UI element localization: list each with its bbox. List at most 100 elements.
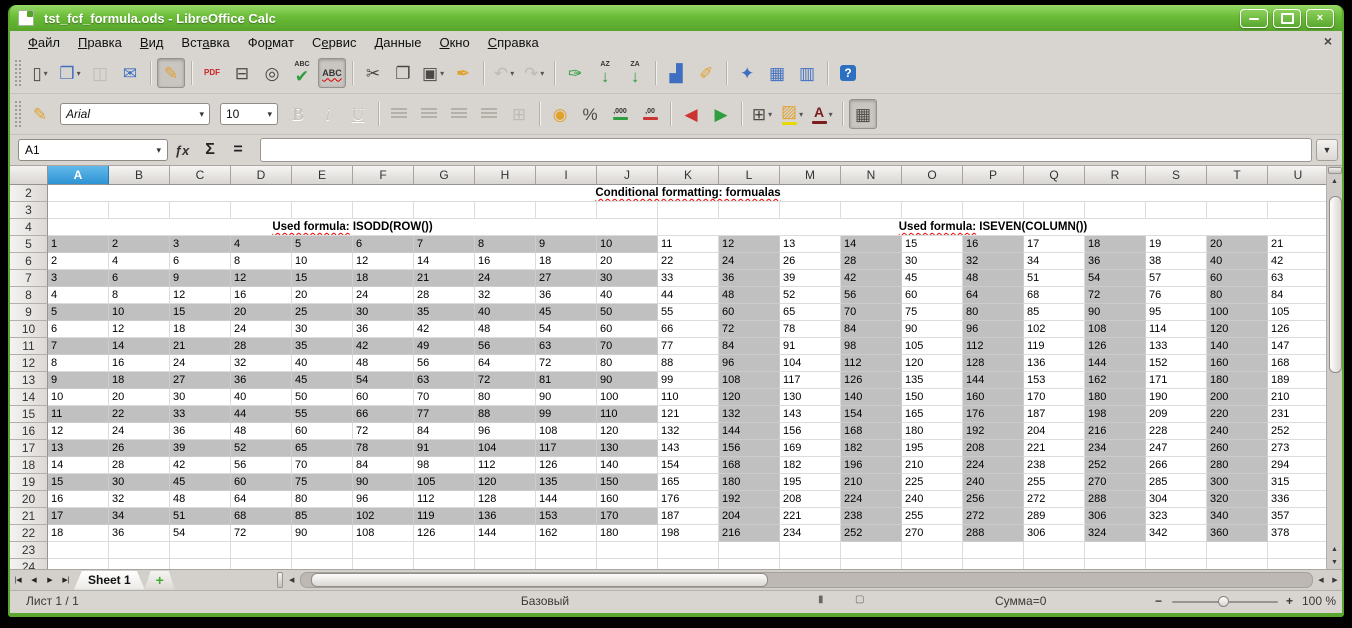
- cell[interactable]: 114: [1146, 321, 1207, 338]
- cell[interactable]: [1024, 542, 1085, 559]
- cell[interactable]: 121: [658, 406, 719, 423]
- cell[interactable]: 117: [536, 440, 597, 457]
- redo-button[interactable]: ↷▾: [520, 58, 548, 88]
- cell[interactable]: 3: [170, 236, 231, 253]
- cell[interactable]: 11: [48, 406, 109, 423]
- cell[interactable]: [719, 559, 780, 569]
- scroll-up-icon[interactable]: ▲: [1328, 175, 1342, 188]
- cell[interactable]: 75: [292, 474, 353, 491]
- cell[interactable]: 120: [902, 355, 963, 372]
- scroll-up-icon[interactable]: ▲: [1328, 543, 1342, 556]
- cell[interactable]: 133: [1146, 338, 1207, 355]
- cell[interactable]: 324: [1085, 525, 1146, 542]
- column-header-L[interactable]: L: [719, 166, 780, 185]
- cell[interactable]: 16: [48, 491, 109, 508]
- column-header-N[interactable]: N: [841, 166, 902, 185]
- cell[interactable]: [414, 202, 475, 219]
- borders-button[interactable]: ⊞▾: [748, 99, 776, 129]
- cell[interactable]: 180: [1085, 389, 1146, 406]
- cell[interactable]: 28: [414, 287, 475, 304]
- cell[interactable]: [475, 202, 536, 219]
- cell[interactable]: [658, 202, 719, 219]
- column-header-C[interactable]: C: [170, 166, 231, 185]
- cell[interactable]: 40: [597, 287, 658, 304]
- cell[interactable]: 24: [231, 321, 292, 338]
- cell[interactable]: 170: [597, 508, 658, 525]
- cell[interactable]: 48: [719, 287, 780, 304]
- row-header-12[interactable]: 12: [10, 355, 48, 372]
- cell[interactable]: [414, 542, 475, 559]
- cell[interactable]: 238: [1024, 457, 1085, 474]
- gallery-button[interactable]: ▦: [763, 58, 791, 88]
- new-document-button[interactable]: ▯▾: [26, 58, 54, 88]
- vertical-scrollbar-thumb[interactable]: [1329, 196, 1342, 373]
- cell[interactable]: 17: [48, 508, 109, 525]
- cell[interactable]: 2: [109, 236, 170, 253]
- delete-decimal-button[interactable]: ,00: [636, 99, 664, 129]
- cell[interactable]: 128: [963, 355, 1024, 372]
- cell[interactable]: 72: [231, 525, 292, 542]
- cell[interactable]: 135: [536, 474, 597, 491]
- cell[interactable]: 126: [414, 525, 475, 542]
- cell[interactable]: 117: [780, 372, 841, 389]
- cell[interactable]: 4: [231, 236, 292, 253]
- currency-format-button[interactable]: ◉: [546, 99, 574, 129]
- cell[interactable]: 100: [597, 389, 658, 406]
- cell[interactable]: 204: [1024, 423, 1085, 440]
- cell[interactable]: 18: [536, 253, 597, 270]
- cell[interactable]: 200: [1207, 389, 1268, 406]
- cell[interactable]: [292, 202, 353, 219]
- cell[interactable]: 119: [414, 508, 475, 525]
- paste-dropdown-icon[interactable]: ▾: [440, 69, 444, 78]
- print-preview-button[interactable]: ◎: [258, 58, 286, 88]
- menu-item-insert[interactable]: Вставка: [173, 33, 237, 52]
- cell[interactable]: 15: [902, 236, 963, 253]
- cell[interactable]: 77: [658, 338, 719, 355]
- cell[interactable]: 22: [658, 253, 719, 270]
- cell[interactable]: 75: [902, 304, 963, 321]
- cell[interactable]: 18: [109, 372, 170, 389]
- auto-spellcheck-button[interactable]: ABC: [318, 58, 346, 88]
- column-header-T[interactable]: T: [1207, 166, 1268, 185]
- cell[interactable]: 336: [1268, 491, 1326, 508]
- zoom-slider-thumb[interactable]: [1218, 596, 1229, 607]
- cell[interactable]: 143: [658, 440, 719, 457]
- cell[interactable]: 49: [414, 338, 475, 355]
- cell[interactable]: 48: [353, 355, 414, 372]
- column-header-H[interactable]: H: [475, 166, 536, 185]
- cell[interactable]: 35: [414, 304, 475, 321]
- cell[interactable]: 65: [292, 440, 353, 457]
- column-header-J[interactable]: J: [597, 166, 658, 185]
- cell[interactable]: 40: [1207, 253, 1268, 270]
- cell[interactable]: 72: [536, 355, 597, 372]
- column-header-M[interactable]: M: [780, 166, 841, 185]
- scroll-left-icon[interactable]: ◀: [285, 573, 299, 587]
- background-color-button[interactable]: ▨▾: [778, 99, 806, 129]
- cut-button[interactable]: ✂: [359, 58, 387, 88]
- cell[interactable]: 7: [414, 236, 475, 253]
- cell[interactable]: 50: [597, 304, 658, 321]
- cell[interactable]: 169: [780, 440, 841, 457]
- column-header-A[interactable]: A: [48, 166, 109, 185]
- cell[interactable]: 16: [475, 253, 536, 270]
- font-name-dropdown-icon[interactable]: ▾: [199, 109, 204, 120]
- cell[interactable]: 30: [292, 321, 353, 338]
- cell[interactable]: 180: [597, 525, 658, 542]
- column-header-E[interactable]: E: [292, 166, 353, 185]
- expand-formula-bar-button[interactable]: ▼: [1316, 139, 1338, 161]
- cell[interactable]: 21: [170, 338, 231, 355]
- cell[interactable]: 153: [1024, 372, 1085, 389]
- column-header-K[interactable]: K: [658, 166, 719, 185]
- cell[interactable]: 14: [841, 236, 902, 253]
- cell[interactable]: 12: [109, 321, 170, 338]
- borders-dropdown-icon[interactable]: ▾: [768, 110, 772, 119]
- cell[interactable]: 150: [597, 474, 658, 491]
- cell[interactable]: 357: [1268, 508, 1326, 525]
- cell[interactable]: 12: [170, 287, 231, 304]
- cell[interactable]: [231, 542, 292, 559]
- cell[interactable]: [597, 559, 658, 569]
- open-document-button[interactable]: ❒▾: [56, 58, 84, 88]
- sheet-title-cell[interactable]: Conditional formatting: formualas: [48, 185, 1326, 202]
- cell[interactable]: 90: [292, 525, 353, 542]
- cell[interactable]: 120: [719, 389, 780, 406]
